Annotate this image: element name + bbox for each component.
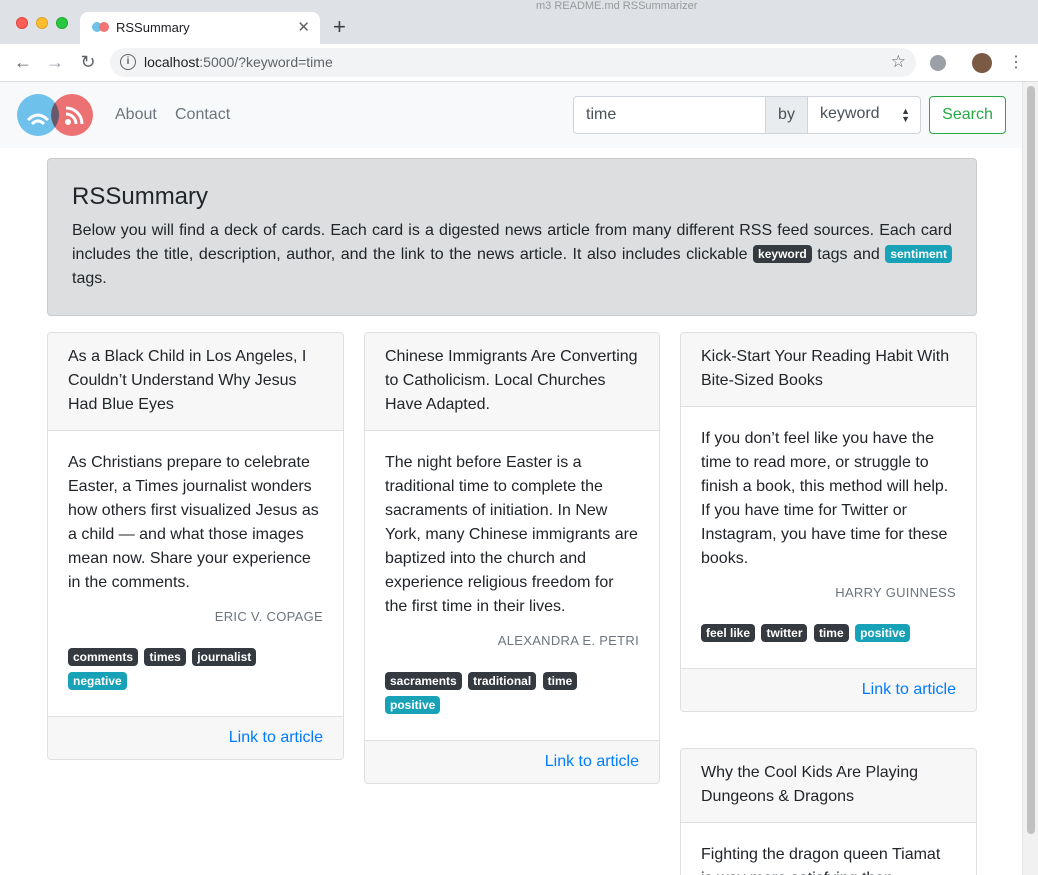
page-scrollbar[interactable] — [1022, 82, 1038, 875]
back-arrow-icon[interactable]: ← — [12, 52, 34, 73]
favicon-icon — [92, 21, 110, 35]
tab-close-icon[interactable]: ✕ — [297, 18, 310, 36]
new-tab-button[interactable]: + — [333, 14, 346, 40]
search-input[interactable] — [573, 96, 766, 134]
card-footer: Link to article — [365, 740, 659, 783]
keyword-example-badge: keyword — [753, 245, 812, 263]
card-description: If you don’t feel like you have the time… — [701, 430, 949, 567]
scrollbar-thumb[interactable] — [1027, 86, 1035, 834]
card-body: The night before Easter is a traditional… — [365, 431, 659, 740]
select-value: keyword — [820, 105, 880, 122]
forward-arrow-icon[interactable]: → — [44, 52, 66, 73]
browser-toolbar: ← → ↻ i localhost:5000/?keyword=time ☆ ⋮ — [0, 44, 1038, 82]
address-bar[interactable]: i localhost:5000/?keyword=time ☆ — [110, 48, 916, 77]
card-title: As a Black Child in Los Angeles, I Could… — [48, 333, 343, 431]
sentiment-tag[interactable]: positive — [855, 624, 911, 642]
article-link[interactable]: Link to article — [229, 729, 323, 746]
sentiment-tag[interactable]: negative — [68, 672, 127, 690]
card-footer: Link to article — [48, 716, 343, 759]
card-author: ALEXANDRA E. PETRI — [497, 633, 639, 648]
bookmark-star-icon[interactable]: ☆ — [891, 52, 906, 72]
article-card: Kick-Start Your Reading Habit With Bite-… — [680, 332, 977, 712]
keyword-tag[interactable]: sacraments — [385, 672, 462, 690]
card-title: Kick-Start Your Reading Habit With Bite-… — [681, 333, 976, 407]
by-label: by — [765, 96, 808, 134]
tab-title: RSSummary — [116, 20, 190, 35]
profile-avatar[interactable] — [972, 53, 992, 73]
keyword-tag[interactable]: time — [542, 672, 578, 690]
card-tags: sacraments traditional time positive — [385, 670, 639, 718]
url-host: localhost — [144, 54, 200, 70]
keyword-tag[interactable]: times — [144, 648, 186, 666]
card-author: ERIC V. COPAGE — [214, 609, 323, 624]
navbar: About Contact by keyword ▲▼ Search — [0, 82, 1022, 148]
keyword-tag[interactable]: traditional — [468, 672, 537, 690]
card-tags: feel like twitter time positive — [701, 622, 956, 646]
page-viewport: About Contact by keyword ▲▼ Search RSSum… — [0, 82, 1022, 875]
background-tabs: m3 README.md RSSummarizer — [536, 0, 698, 12]
browser-menu-icon[interactable]: ⋮ — [1008, 52, 1024, 72]
search-button[interactable]: Search — [929, 96, 1006, 134]
jumbotron: RSSummary Below you will find a deck of … — [47, 158, 977, 316]
url-path: :5000/?keyword=time — [199, 54, 333, 70]
extension-icon[interactable] — [930, 55, 946, 71]
article-card: Why the Cool Kids Are Playing Dungeons &… — [680, 748, 977, 875]
title-bar: m3 README.md RSSummarizer RSSummary ✕ + — [0, 0, 1038, 44]
info-icon[interactable]: i — [120, 54, 136, 70]
page-title: RSSummary — [72, 183, 209, 210]
keyword-tag[interactable]: feel like — [701, 624, 756, 642]
browser-chrome: m3 README.md RSSummarizer RSSummary ✕ + … — [0, 0, 1038, 82]
card-body: As Christians prepare to celebrate Easte… — [48, 431, 343, 716]
intro-text-part-3: tags. — [72, 270, 107, 287]
card-title: Why the Cool Kids Are Playing Dungeons &… — [681, 749, 976, 823]
card-title: Chinese Immigrants Are Converting to Cat… — [365, 333, 659, 431]
card-tags: comments times journalist negative — [68, 646, 323, 694]
browser-tab[interactable]: RSSummary ✕ — [80, 12, 320, 44]
keyword-tag[interactable]: time — [813, 624, 849, 642]
article-link[interactable]: Link to article — [862, 681, 956, 698]
intro-text: Below you will find a deck of cards. Eac… — [72, 219, 952, 291]
sentiment-example-badge: sentiment — [885, 245, 952, 263]
keyword-tag[interactable]: twitter — [761, 624, 808, 642]
rss-logo[interactable] — [17, 94, 93, 136]
maximize-window-button[interactable] — [56, 17, 68, 29]
article-card: As a Black Child in Los Angeles, I Could… — [47, 332, 344, 760]
nav-link-about[interactable]: About — [115, 106, 157, 124]
card-description: As Christians prepare to celebrate Easte… — [68, 454, 319, 591]
url-text[interactable]: localhost:5000/?keyword=time — [144, 54, 333, 70]
keyword-tag[interactable]: journalist — [192, 648, 257, 666]
card-body: Fighting the dragon queen Tiamat is way … — [681, 823, 976, 875]
card-author: HARRY GUINNESS — [835, 585, 956, 600]
select-caret-icon: ▲ ▼ — [901, 106, 910, 124]
card-description: The night before Easter is a traditional… — [385, 454, 638, 615]
rss-feed-icon — [65, 106, 84, 125]
sentiment-tag[interactable]: positive — [385, 696, 441, 714]
wifi-icon — [26, 113, 50, 126]
nav-link-contact[interactable]: Contact — [175, 106, 230, 124]
article-card: Chinese Immigrants Are Converting to Cat… — [364, 332, 660, 784]
intro-text-part-2: tags and — [817, 246, 880, 263]
close-window-button[interactable] — [16, 17, 28, 29]
card-description: Fighting the dragon queen Tiamat is way … — [701, 846, 941, 875]
article-link[interactable]: Link to article — [545, 753, 639, 770]
keyword-tag[interactable]: comments — [68, 648, 139, 666]
reload-icon[interactable]: ↻ — [77, 52, 99, 73]
minimize-window-button[interactable] — [36, 17, 48, 29]
search-type-select[interactable]: keyword ▲ ▼ — [807, 96, 921, 134]
card-body: If you don’t feel like you have the time… — [681, 407, 976, 668]
card-footer: Link to article — [681, 668, 976, 711]
